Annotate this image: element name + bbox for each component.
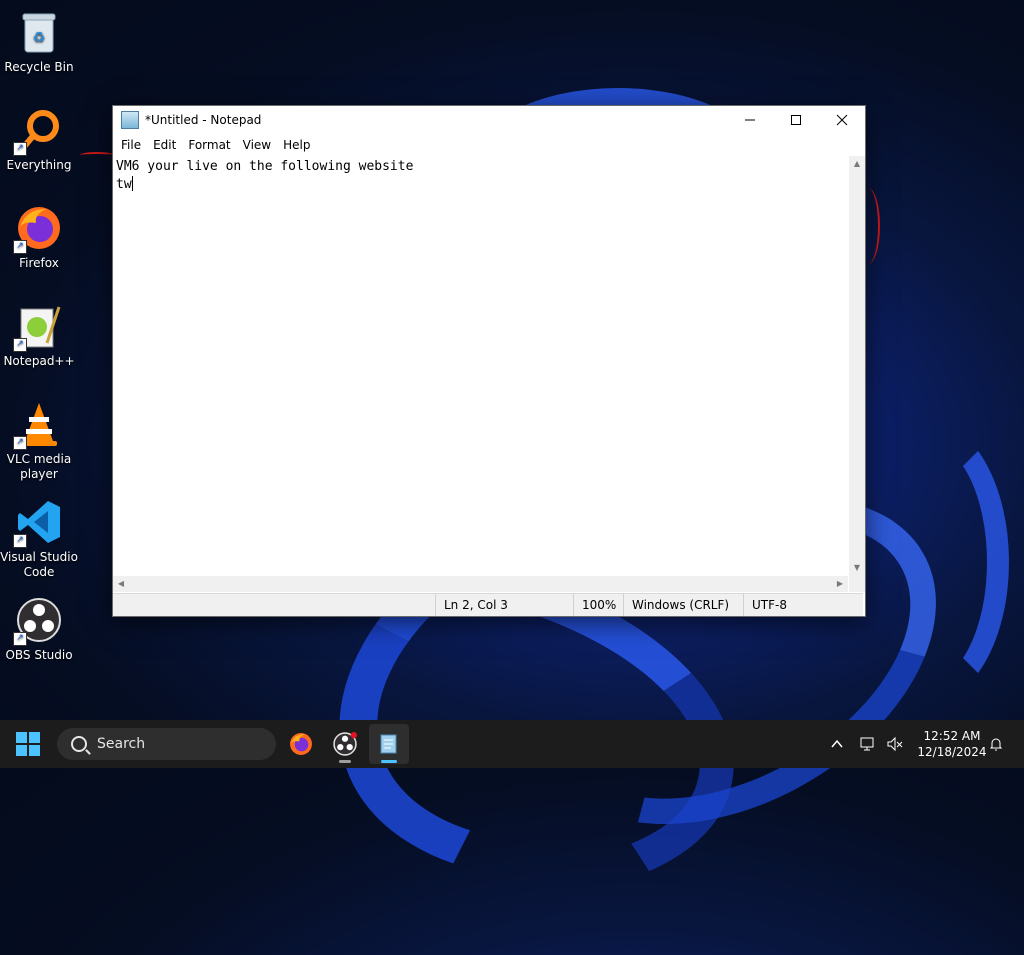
editor-line-with-caret: tw [116,176,845,194]
desktop-icon-notepadpp[interactable]: ↗ Notepad++ [0,302,78,369]
firefox-icon: ↗ [13,204,63,254]
desktop-icon-label: Visual Studio Code [0,550,78,579]
volume-button[interactable] [886,720,904,768]
volume-muted-icon [887,736,903,752]
clock-date: 12/18/2024 [917,745,987,759]
status-encoding: UTF-8 [743,594,861,616]
desktop-icon-recycle-bin[interactable]: ♻ Recycle Bin [0,8,78,75]
notepad-icon [121,111,139,129]
notepadpp-icon: ↗ [13,302,63,352]
wallpaper-swirl [845,420,1009,704]
show-hidden-icons-button[interactable] [830,720,844,768]
search-icon [71,736,87,752]
vscode-icon: ↗ [13,498,63,548]
taskbar-search-box[interactable]: Search [57,728,276,760]
start-button[interactable] [16,732,40,756]
menu-format[interactable]: Format [182,138,236,152]
desktop-icon-everything[interactable]: ↗ Everything [0,106,78,173]
windows-logo-icon [16,745,27,756]
shortcut-arrow-icon: ↗ [13,240,27,254]
menu-bar: File Edit Format View Help [113,134,865,156]
status-zoom: 100% [573,594,623,616]
minimize-icon [745,119,755,121]
desktop-icon-label: Everything [6,158,72,172]
notifications-button[interactable] [988,720,1004,768]
desktop-icon-vlc[interactable]: ↗ VLC media player [0,400,78,482]
clock-time: 12:52 AM [923,729,981,743]
search-placeholder: Search [97,736,146,752]
maximize-button[interactable] [773,106,819,134]
obs-icon [333,732,357,756]
firefox-icon [290,733,312,755]
close-icon [836,114,848,126]
menu-edit[interactable]: Edit [147,138,182,152]
chevron-up-icon [831,739,843,748]
scroll-down-arrow-icon[interactable]: ▼ [849,560,865,576]
scrollbar-corner [849,576,865,592]
scroll-up-arrow-icon[interactable]: ▲ [849,156,865,172]
active-indicator [381,760,397,763]
taskbar-clock[interactable]: 12:52 AM 12/18/2024 [914,728,990,760]
desktop-icon-vscode[interactable]: ↗ Visual Studio Code [0,498,78,580]
status-bar: Ln 2, Col 3 100% Windows (CRLF) UTF-8 [113,593,863,616]
editor-line: VM6 your live on the following website [116,159,414,174]
taskbar: Search 12:52 AM 12/18/2024 [0,720,1024,768]
desktop-icon-obs[interactable]: ↗ OBS Studio [0,596,78,663]
bell-icon [989,738,1003,751]
maximize-icon [791,115,801,125]
notepad-window: *Untitled - Notepad File Edit Format Vie… [112,105,866,617]
everything-icon: ↗ [13,106,63,156]
shortcut-arrow-icon: ↗ [13,632,27,646]
text-editor[interactable]: VM6 your live on the following website tw [113,156,848,576]
notepad-icon [380,734,397,754]
vertical-scrollbar[interactable]: ▲ ▼ [849,156,865,576]
desktop-icon-label: OBS Studio [5,648,73,662]
windows-logo-icon [29,745,40,756]
text-caret [131,176,133,191]
menu-help[interactable]: Help [277,138,316,152]
network-icon [860,737,874,751]
red-annotation-mark [80,152,114,158]
desktop-icon-firefox[interactable]: ↗ Firefox [0,204,78,271]
minimize-button[interactable] [727,106,773,134]
taskbar-obs[interactable] [325,724,365,764]
taskbar-notepad[interactable] [369,724,409,764]
svg-text:♻: ♻ [33,30,46,46]
taskbar-firefox[interactable] [281,724,321,764]
windows-logo-icon [16,732,27,743]
shortcut-arrow-icon: ↗ [13,338,27,352]
obs-icon: ↗ [13,596,63,646]
desktop-icon-label: VLC media player [6,452,72,481]
shortcut-arrow-icon: ↗ [13,436,27,450]
menu-view[interactable]: View [237,138,277,152]
windows-logo-icon [29,732,40,743]
status-cursor-position: Ln 2, Col 3 [435,594,567,616]
recycle-bin-icon: ♻ [15,8,63,56]
window-title: *Untitled - Notepad [145,113,262,127]
vlc-icon: ↗ [13,400,63,450]
desktop-icon-label: Recycle Bin [4,60,74,74]
horizontal-scrollbar[interactable]: ◀ ▶ [113,576,848,592]
title-bar[interactable]: *Untitled - Notepad [113,106,865,134]
desktop-icon-label: Notepad++ [3,354,75,368]
network-button[interactable] [860,720,878,768]
editor-line: tw [116,177,132,192]
running-indicator [339,760,351,763]
shortcut-arrow-icon: ↗ [13,142,27,156]
desktop-icon-label: Firefox [19,256,59,270]
scroll-right-arrow-icon[interactable]: ▶ [832,576,848,592]
status-line-ending: Windows (CRLF) [623,594,743,616]
close-button[interactable] [819,106,865,134]
shortcut-arrow-icon: ↗ [13,534,27,548]
menu-file[interactable]: File [115,138,147,152]
scroll-left-arrow-icon[interactable]: ◀ [113,576,129,592]
